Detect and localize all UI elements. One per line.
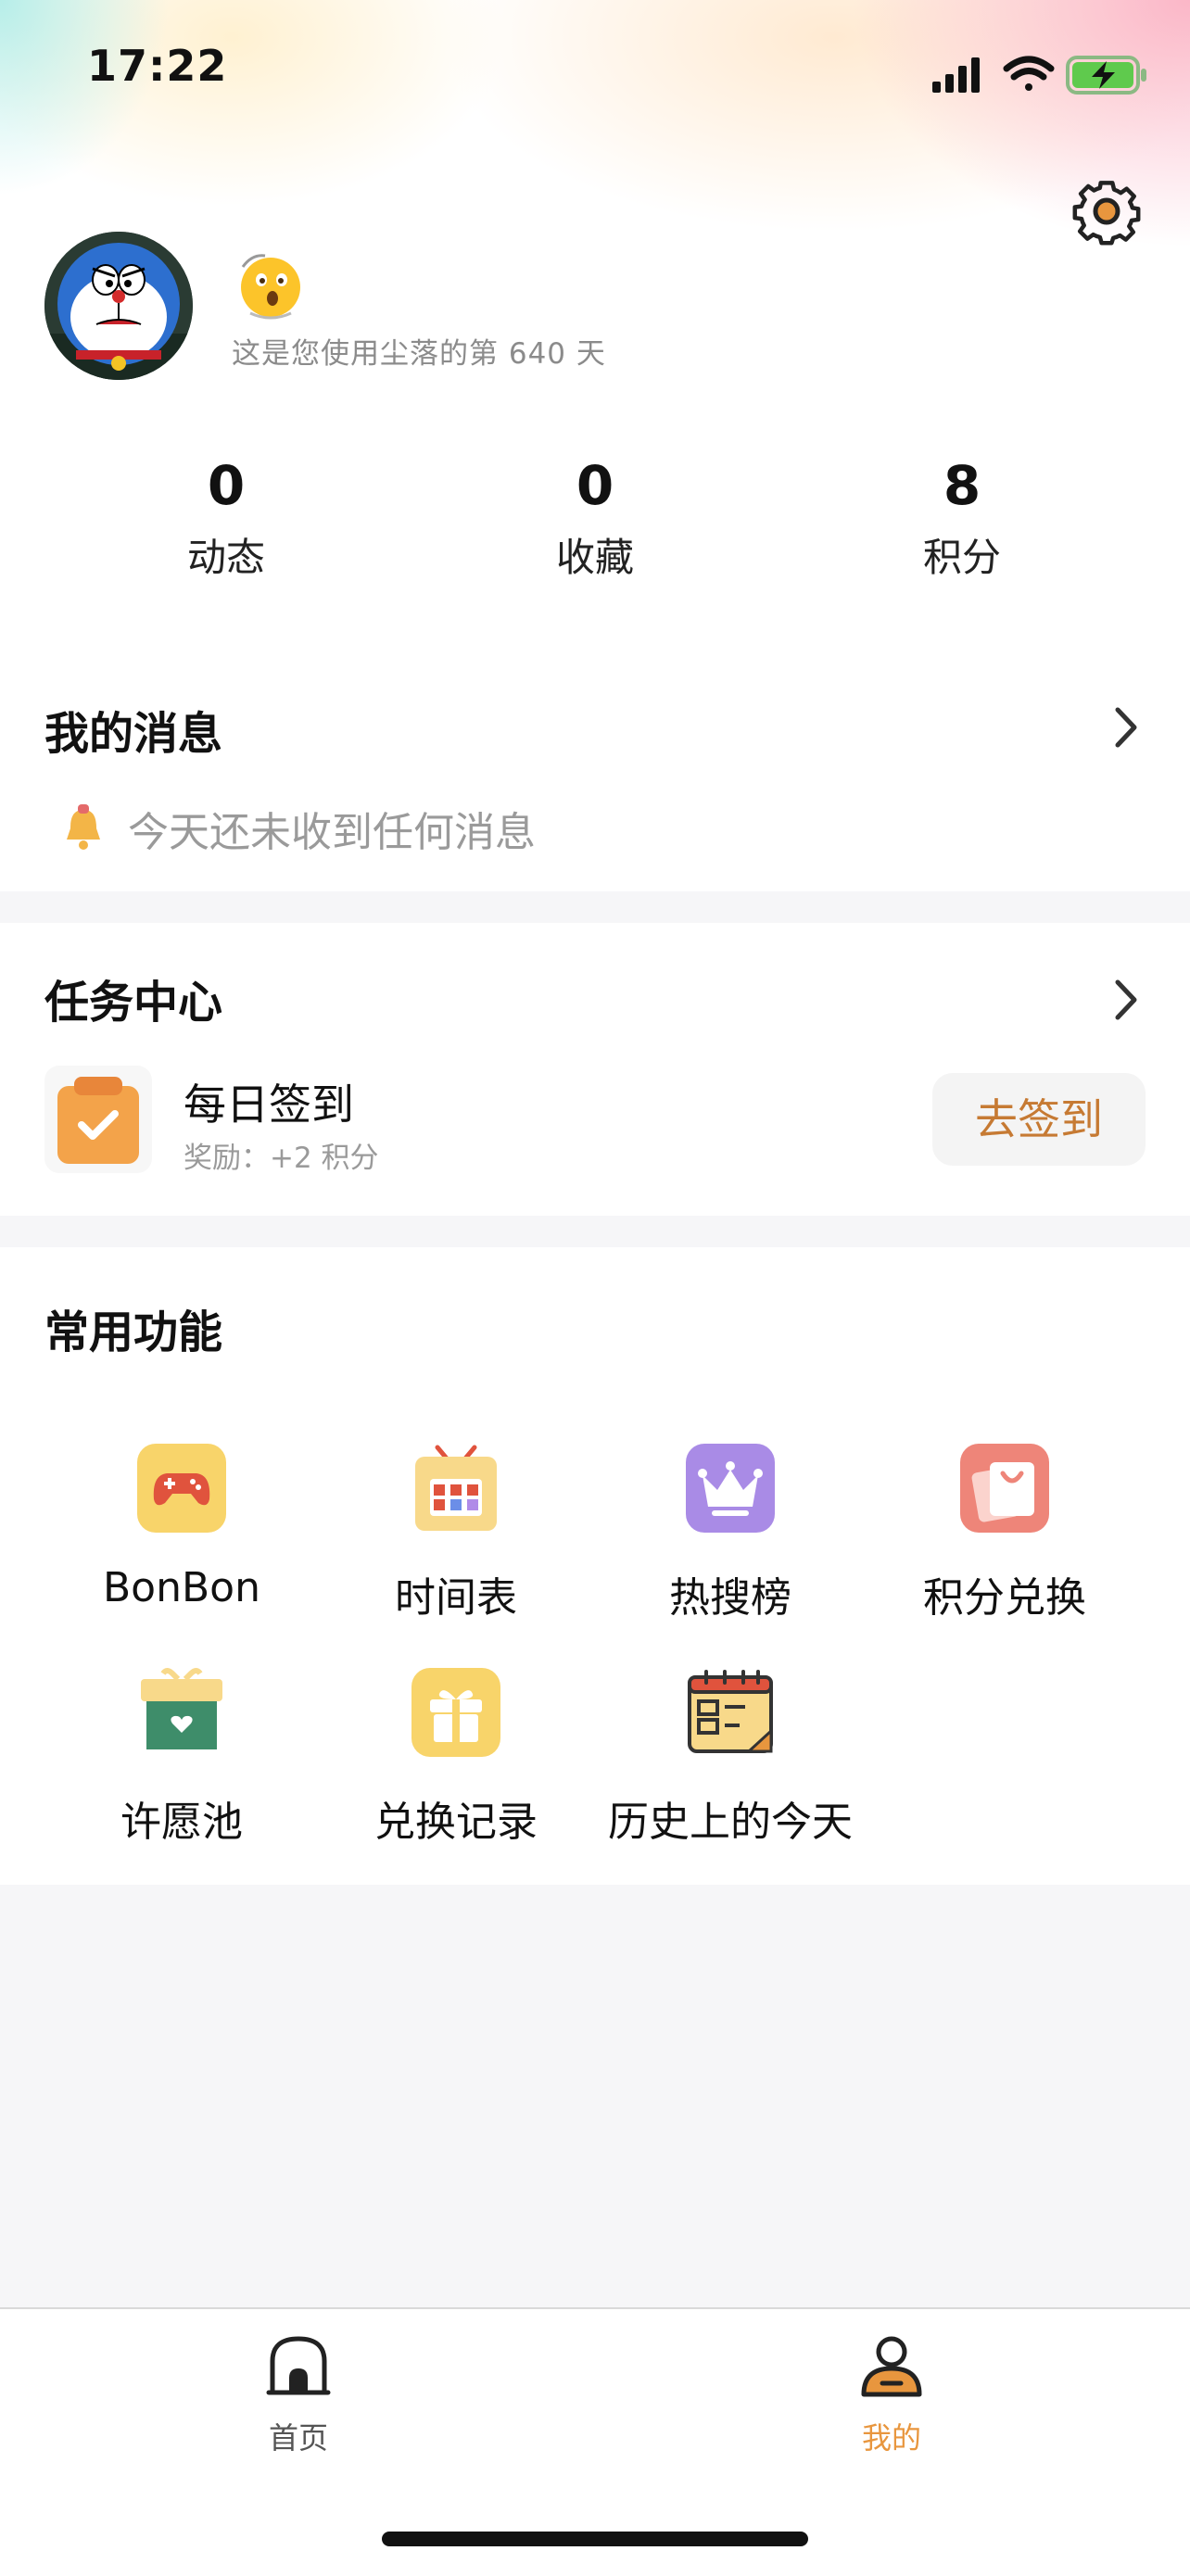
- usage-days-text: 这是您使用尘落的第 640 天: [232, 337, 606, 371]
- chevron-right-icon[interactable]: [1112, 704, 1140, 751]
- status-icons: [932, 56, 1146, 95]
- stat-favorites[interactable]: 0 收藏: [456, 454, 734, 583]
- stat-posts[interactable]: 0 动态: [87, 454, 365, 583]
- feature-label: 兑换记录: [374, 1799, 538, 1846]
- stat-label: 动态: [186, 535, 265, 580]
- feature-exchange-records[interactable]: 兑换记录: [317, 1666, 595, 1848]
- avatar[interactable]: [44, 232, 193, 380]
- no-messages-text: 今天还未收到任何消息: [128, 809, 536, 856]
- feature-wish-pool[interactable]: 许愿池: [43, 1666, 321, 1848]
- settings-gear-icon[interactable]: [1071, 176, 1142, 246]
- feature-history-today[interactable]: 历史上的今天: [591, 1666, 869, 1848]
- daily-checkin-icon: [44, 1066, 152, 1173]
- wifi-icon: [1003, 56, 1055, 91]
- stat-value: 0: [207, 454, 246, 517]
- tab-home[interactable]: 首页: [159, 2331, 437, 2457]
- stat-value: 8: [943, 454, 981, 517]
- calendar-tv-icon: [415, 1445, 497, 1531]
- feature-label: 历史上的今天: [608, 1799, 853, 1846]
- battery-icon: [1066, 56, 1146, 95]
- tab-label: 首页: [268, 2420, 328, 2456]
- stat-label: 积分: [922, 535, 1001, 580]
- task-center-title: 任务中心: [44, 977, 223, 1029]
- status-time: 17:22: [87, 41, 228, 91]
- feature-schedule[interactable]: 时间表: [317, 1442, 595, 1623]
- checkin-button[interactable]: 去签到: [932, 1073, 1146, 1166]
- profile-icon: [861, 2336, 922, 2397]
- stat-value: 0: [576, 454, 614, 517]
- messages-title: 我的消息: [44, 708, 223, 760]
- common-features-title: 常用功能: [44, 1307, 223, 1358]
- tab-profile[interactable]: 我的: [753, 2331, 1031, 2457]
- doraemon-avatar-image: [44, 232, 193, 380]
- gift-icon: [411, 1668, 500, 1757]
- signal-icon: [932, 57, 980, 93]
- dizzy-face-icon: [241, 254, 300, 320]
- stat-label: 收藏: [555, 535, 634, 580]
- feature-label: 积分兑换: [923, 1574, 1086, 1622]
- gamepad-icon: [137, 1444, 226, 1533]
- feature-points-exchange[interactable]: 积分兑换: [866, 1442, 1144, 1623]
- feature-hot-search[interactable]: 热搜榜: [591, 1442, 869, 1623]
- daily-checkin-reward: 奖励：+2 积分: [184, 1142, 379, 1175]
- feature-label: BonBon: [103, 1564, 260, 1611]
- stat-points[interactable]: 8 积分: [823, 454, 1101, 583]
- home-icon: [266, 2336, 331, 2395]
- tab-label: 我的: [861, 2420, 921, 2456]
- wish-box-icon: [141, 1668, 222, 1749]
- feature-label: 热搜榜: [669, 1574, 791, 1622]
- task-center-card[interactable]: 任务中心: [0, 923, 1190, 1216]
- home-indicator: [382, 2532, 808, 2546]
- history-calendar-icon: [688, 1670, 773, 1753]
- crown-icon: [686, 1444, 775, 1533]
- chevron-right-icon[interactable]: [1112, 977, 1140, 1023]
- feature-bonbon[interactable]: BonBon: [43, 1442, 321, 1611]
- feature-label: 时间表: [395, 1574, 517, 1622]
- feature-label: 许愿池: [120, 1799, 243, 1846]
- daily-checkin-title: 每日签到: [184, 1080, 354, 1130]
- shopping-bag-icon: [960, 1444, 1049, 1533]
- bell-icon: [67, 804, 100, 850]
